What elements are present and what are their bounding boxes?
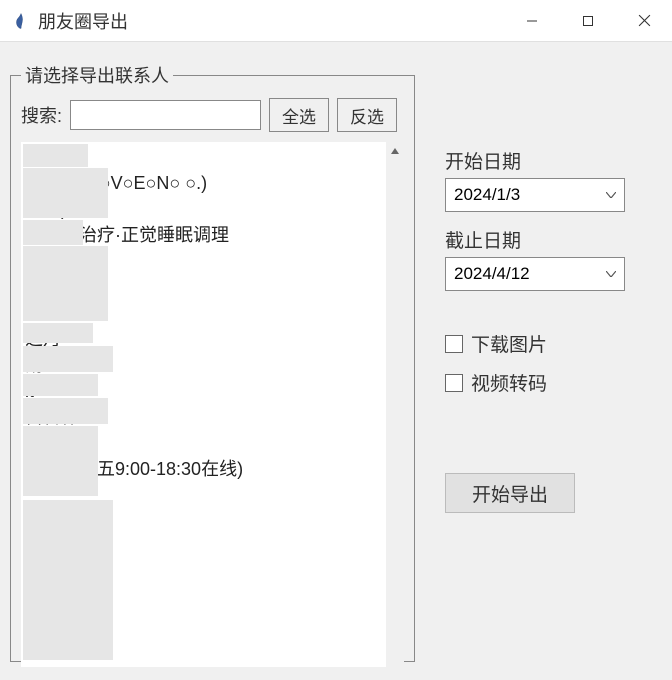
end-date-picker[interactable]: 2024/4/12	[445, 257, 625, 291]
groupbox-legend: 请选择导出联系人	[21, 62, 173, 88]
window-title: 朋友圈导出	[38, 8, 504, 34]
transcode-video-row[interactable]: 视频转码	[445, 369, 662, 396]
transcode-video-label: 视频转码	[471, 369, 547, 396]
export-button[interactable]: 开始导出	[445, 473, 575, 513]
close-button[interactable]	[616, 0, 672, 41]
start-date-label: 开始日期	[445, 147, 662, 174]
start-date-picker[interactable]: 2024/1/3	[445, 178, 625, 212]
app-icon	[12, 12, 30, 30]
chevron-down-icon	[606, 189, 616, 201]
start-date-value: 2024/1/3	[454, 185, 520, 205]
invert-selection-button[interactable]: 反选	[337, 98, 397, 132]
app-window: 朋友圈导出 请选择导出联系人 搜索: 全选 反选	[0, 0, 672, 680]
download-images-row[interactable]: 下载图片	[445, 330, 662, 357]
download-images-checkbox[interactable]	[445, 335, 463, 353]
select-all-button[interactable]: 全选	[269, 98, 329, 132]
contacts-groupbox: 请选择导出联系人 搜索: 全选 反选 富 o(H○E○A○V○E○N○ ○.) …	[10, 62, 415, 662]
search-input[interactable]	[70, 100, 261, 130]
window-controls	[504, 0, 672, 41]
scroll-up-icon[interactable]	[386, 142, 404, 160]
minimize-button[interactable]	[504, 0, 560, 41]
content-area: 请选择导出联系人 搜索: 全选 反选 富 o(H○E○A○V○E○N○ ○.) …	[0, 42, 672, 680]
listbox-container: 富 o(H○E○A○V○E○N○ ○.) 安安) 眠心理治疗·正觉睡眠调理 洪老…	[21, 142, 404, 667]
contacts-panel: 请选择导出联系人 搜索: 全选 反选 富 o(H○E○A○V○E○N○ ○.) …	[10, 62, 415, 670]
chevron-down-icon	[606, 268, 616, 280]
scrollbar[interactable]	[386, 142, 404, 667]
search-row: 搜索: 全选 反选	[21, 98, 404, 132]
titlebar: 朋友圈导出	[0, 0, 672, 42]
transcode-video-checkbox[interactable]	[445, 374, 463, 392]
maximize-button[interactable]	[560, 0, 616, 41]
options-panel: 开始日期 2024/1/3 截止日期 2024/4/12 下载图片	[445, 62, 662, 670]
end-date-label: 截止日期	[445, 226, 662, 253]
end-date-value: 2024/4/12	[454, 264, 530, 284]
search-label: 搜索:	[21, 102, 62, 128]
download-images-label: 下载图片	[471, 330, 547, 357]
